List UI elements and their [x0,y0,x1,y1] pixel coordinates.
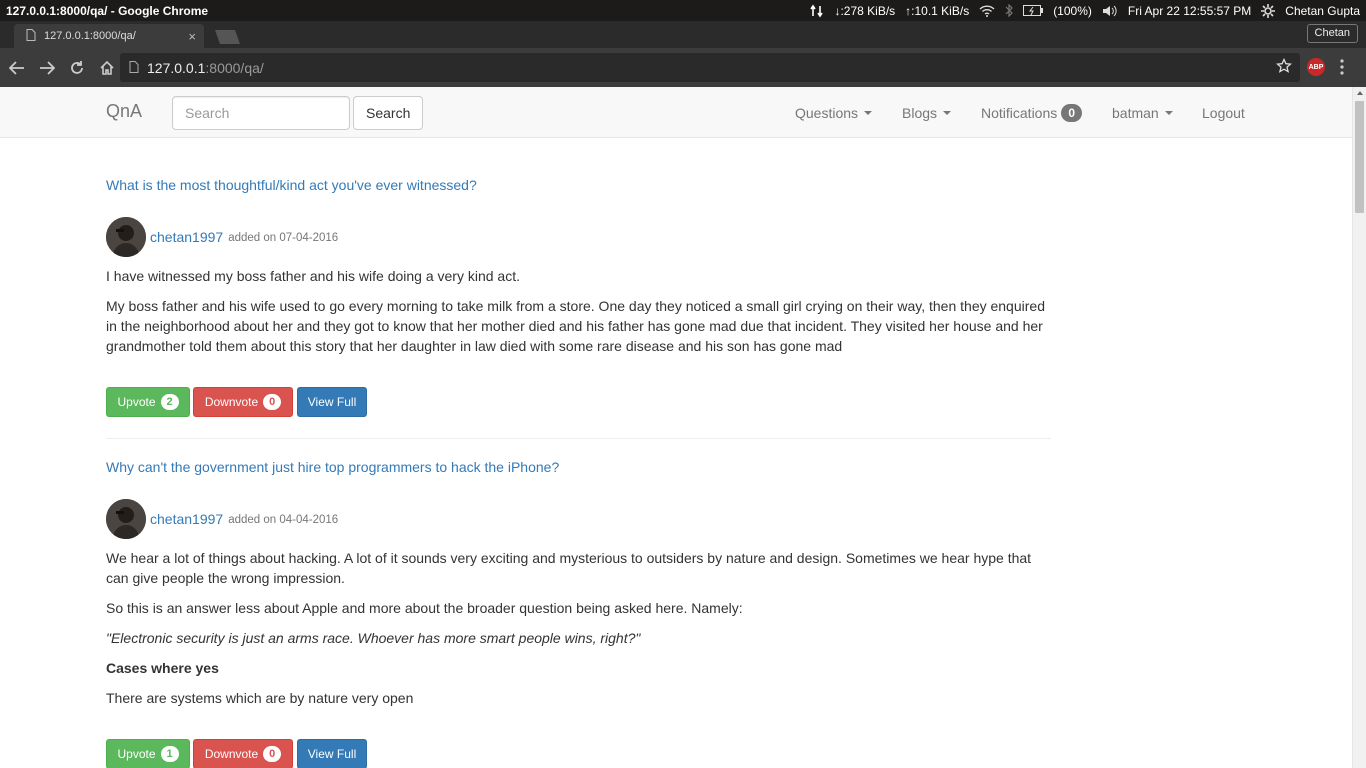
download-speed: ↓:278 KiB/s [834,3,896,18]
post-date: added on 04-04-2016 [228,514,339,526]
page-viewport: QnA Search Questions Blogs Notifications… [0,87,1352,768]
forward-button[interactable] [33,54,61,82]
post-paragraph: My boss father and his wife used to go e… [106,298,1045,354]
volume-icon[interactable] [1102,5,1118,17]
upvote-button[interactable]: Upvote 1 [106,739,190,768]
notifications-badge: 0 [1061,103,1083,122]
caret-down-icon [864,110,873,115]
url-path: :8000/qa/ [205,59,264,76]
author-name-link[interactable]: chetan1997 [150,511,223,527]
browser-toolbar: 127.0.0.1:8000/qa/ ABP [0,48,1366,87]
bluetooth-icon[interactable] [1005,4,1014,17]
scroll-up-arrow-icon[interactable] [1357,91,1363,95]
battery-level: (100%) [1053,3,1092,18]
upvote-count: 1 [160,745,179,763]
session-user[interactable]: Chetan Gupta [1285,4,1360,18]
downvote-label: Downvote [204,747,259,761]
questions-label: Questions [795,104,859,121]
browser-menu-icon[interactable] [1340,59,1344,78]
profile-button[interactable]: Chetan [1306,24,1358,43]
user-dropdown[interactable]: batman [1112,87,1173,138]
view-full-button[interactable]: View Full [297,387,367,417]
question-post: Why can't the government just hire top p… [106,459,1051,768]
logout-link[interactable]: Logout [1202,87,1245,138]
blogs-label: Blogs [902,104,938,121]
upvote-count: 2 [160,393,179,411]
post-divider [106,438,1051,439]
notifications-label: Notifications [981,104,1058,121]
adblock-icon[interactable]: ABP [1307,58,1325,76]
avatar[interactable] [106,217,146,257]
downvote-label: Downvote [204,395,259,409]
wifi-icon[interactable] [979,4,995,17]
post-quote: "Electronic security is just an arms rac… [106,630,641,646]
search-input[interactable] [172,96,350,130]
post-date: added on 07-04-2016 [228,232,339,244]
question-title-link[interactable]: What is the most thoughtful/kind act you… [106,177,477,193]
upload-speed: ↑:10.1 KiB/s [905,3,970,18]
upvote-button[interactable]: Upvote 2 [106,387,190,417]
window-title: 127.0.0.1:8000/qa/ - Google Chrome [6,3,209,18]
home-button[interactable] [93,54,121,82]
user-label: batman [1112,104,1159,121]
questions-dropdown[interactable]: Questions [795,87,873,138]
tab-strip: 127.0.0.1:8000/qa/ × Chetan [0,21,1366,48]
post-paragraph: I have witnessed my boss father and his … [106,268,520,284]
battery-icon[interactable] [1023,5,1044,16]
search-button[interactable]: Search [353,96,424,130]
post-paragraph: So this is an answer less about Apple an… [106,600,743,616]
caret-down-icon [943,110,952,115]
author-row: chetan1997 added on 07-04-2016 [106,217,338,257]
view-full-button[interactable]: View Full [297,739,367,768]
reload-button[interactable] [63,54,91,82]
bookmark-star-icon[interactable] [1275,57,1293,77]
downvote-count: 0 [263,393,282,411]
author-row: chetan1997 added on 04-04-2016 [106,499,338,539]
brand-link[interactable]: QnA [106,101,142,122]
blogs-dropdown[interactable]: Blogs [902,87,952,138]
notifications-link[interactable]: Notifications 0 [981,87,1083,138]
address-bar[interactable]: 127.0.0.1:8000/qa/ [120,53,1300,82]
network-activity-icon[interactable] [810,4,824,18]
page-info-icon[interactable] [129,60,139,76]
page-scrollbar[interactable] [1352,87,1366,768]
author-name-link[interactable]: chetan1997 [150,229,223,245]
post-paragraph: There are systems which are by nature ve… [106,690,414,706]
site-navbar: QnA Search Questions Blogs Notifications… [0,87,1352,138]
tab-close-icon[interactable]: × [188,29,196,44]
url-host: 127.0.0.1 [147,59,206,76]
new-tab-button[interactable] [210,29,242,45]
scroll-thumb[interactable] [1355,101,1364,213]
upvote-label: Upvote [117,395,156,409]
upvote-label: Upvote [117,747,156,761]
post-subheading: Cases where yes [106,660,219,676]
avatar[interactable] [106,499,146,539]
back-button[interactable] [3,54,31,82]
question-post: What is the most thoughtful/kind act you… [106,177,1051,417]
downvote-button[interactable]: Downvote 0 [193,387,293,417]
downvote-count: 0 [263,745,282,763]
post-paragraph: We hear a lot of things about hacking. A… [106,550,1032,586]
question-title-link[interactable]: Why can't the government just hire top p… [106,459,559,475]
clock[interactable]: Fri Apr 22 12:55:57 PM [1128,4,1251,18]
os-top-bar: 127.0.0.1:8000/qa/ - Google Chrome ↓:278… [0,0,1366,21]
logout-label: Logout [1202,104,1245,121]
downvote-button[interactable]: Downvote 0 [193,739,293,768]
document-icon [26,28,36,44]
tab-label: 127.0.0.1:8000/qa/ [44,30,136,42]
system-tray: ↓:278 KiB/s ↑:10.1 KiB/s (100%) Fri Apr … [810,3,1366,18]
browser-tab[interactable]: 127.0.0.1:8000/qa/ × [14,24,204,48]
gear-icon[interactable] [1261,3,1276,18]
caret-down-icon [1164,110,1173,115]
